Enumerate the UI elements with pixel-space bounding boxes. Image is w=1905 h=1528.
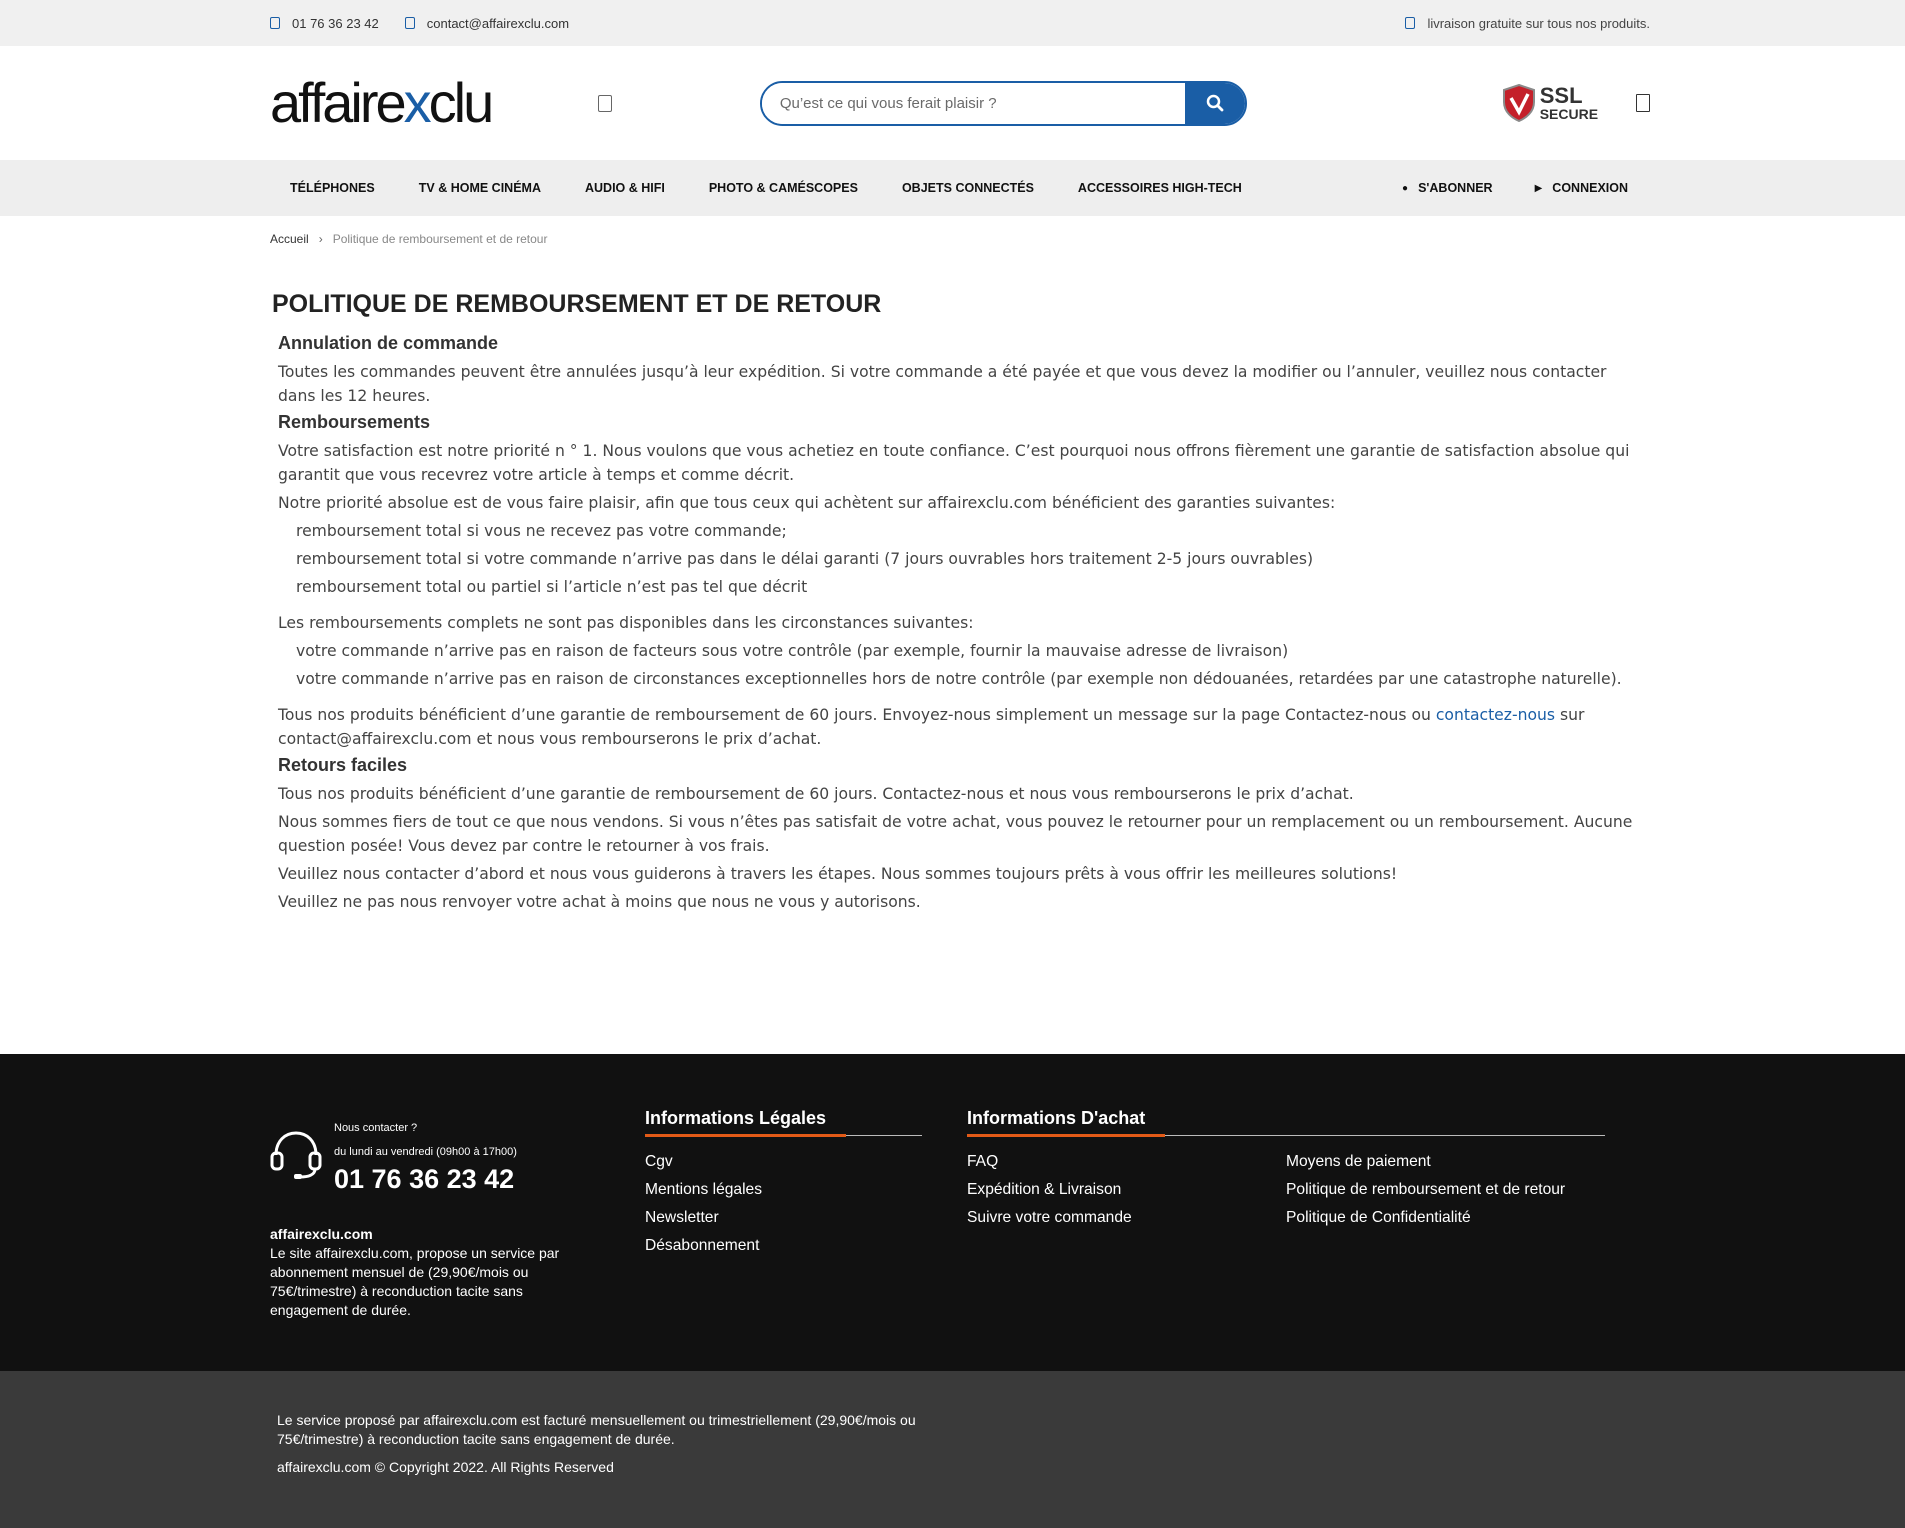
search-button[interactable] (1184, 82, 1245, 124)
about-text: Le site affairexclu.com, propose un serv… (270, 1245, 560, 1318)
header: affairexclu SSLSECURE (0, 46, 1905, 160)
section-title: Retours faciles (278, 755, 408, 775)
nav-objets-connectes[interactable]: Objets connectés (902, 181, 1034, 195)
purchase-column: Informations D'achat FAQ Expédition & Li… (967, 1108, 1605, 1232)
ssl-badge: SSL SECURE (1502, 84, 1598, 122)
paragraph: Nous sommes fiers de tout ce que nous ve… (278, 813, 1633, 855)
footer-link-newsletter[interactable]: Newsletter (645, 1204, 922, 1232)
paragraph: Notre priorité absolue est de vous faire… (278, 494, 1336, 512)
list-item: remboursement total ou partiel si l’arti… (296, 578, 808, 596)
headset-icon (270, 1131, 322, 1179)
footer-link-tracking[interactable]: Suivre votre commande (967, 1204, 1286, 1232)
page-content: Annulation de commande Toutes les comman… (278, 333, 1648, 914)
paragraph: Tous nos produits bénéficient d’une gara… (278, 785, 1354, 803)
page-title: POLITIQUE DE REMBOURSEMENT ET DE RETOUR (272, 290, 882, 318)
paragraph: Votre satisfaction est notre priorité n … (278, 442, 1630, 484)
top-bar: 01 76 36 23 42 contact@affairexclu.com l… (0, 0, 1905, 46)
top-phone[interactable]: 01 76 36 23 42 (270, 16, 379, 31)
footer-link-mentions[interactable]: Mentions légales (645, 1176, 922, 1204)
paragraph: Les remboursements complets ne sont pas … (278, 614, 974, 632)
billing-notice: Le service proposé par affairexclu.com e… (277, 1412, 916, 1447)
contact-label: Nous contacter ? (334, 1122, 418, 1134)
subscribe-link[interactable]: ● S'ABONNER (1402, 181, 1493, 195)
paragraph: Toutes les commandes peuvent être annulé… (278, 363, 1607, 405)
list-item: votre commande n’arrive pas en raison de… (296, 642, 1289, 660)
about-title: affairexclu.com (270, 1226, 373, 1242)
menu-icon[interactable] (597, 94, 612, 112)
copyright: affairexclu.com © Copyright 2022. All Ri… (277, 1459, 614, 1475)
login-link[interactable]: ▶ CONNEXION (1535, 181, 1628, 195)
legal-column: Informations Légales Cgv Mentions légale… (645, 1108, 922, 1260)
paragraph: Veuillez nous contacter d’abord et nous … (278, 865, 1398, 883)
breadcrumb-current: Politique de remboursement et de retour (332, 232, 548, 246)
list-item: remboursement total si vous ne recevez p… (296, 522, 787, 540)
contact-link[interactable]: contactez-nous (1436, 706, 1555, 724)
user-icon: ● (1402, 182, 1409, 194)
search-input[interactable] (761, 82, 1185, 124)
section-title: Annulation de commande (278, 333, 499, 353)
breadcrumb: Accueil › Politique de remboursement et de… (270, 232, 548, 246)
footer-link-unsubscribe[interactable]: Désabonnement (645, 1232, 922, 1260)
truck-icon (1405, 17, 1416, 29)
search-bar (759, 80, 1247, 126)
nav-telephones[interactable]: Téléphones (290, 181, 375, 195)
footer-link-faq[interactable]: FAQ (967, 1148, 1286, 1176)
play-icon: ▶ (1534, 182, 1543, 194)
top-shipping: livraison gratuite sur tous nos produits… (1405, 16, 1650, 31)
footer: Nous contacter ? du lundi au vendredi (0… (0, 1054, 1905, 1371)
paragraph: Tous nos produits bénéficient d’une gara… (278, 706, 1585, 748)
list-item: votre commande n’arrive pas en raison de… (296, 670, 1622, 688)
legal-title: Informations Légales (645, 1108, 827, 1128)
list-item: remboursement total si votre commande n’… (296, 550, 1314, 568)
shield-icon (1502, 84, 1535, 122)
main-nav: Téléphones TV & Home Cinéma Audio & HiFi… (0, 160, 1905, 216)
top-email[interactable]: contact@affairexclu.com (404, 16, 569, 31)
paragraph: Veuillez ne pas nous renvoyer votre acha… (278, 893, 921, 911)
nav-photo-camescopes[interactable]: Photo & Caméscopes (709, 181, 858, 195)
contact-hours: du lundi au vendredi (09h00 à 17h00) (334, 1146, 517, 1158)
footer-link-refund[interactable]: Politique de remboursement et de retour (1286, 1176, 1565, 1204)
nav-audio-hifi[interactable]: Audio & HiFi (585, 181, 665, 195)
phone-icon (270, 17, 280, 29)
bottom-bar: Le service proposé par affairexclu.com e… (0, 1371, 1905, 1528)
nav-accessoires[interactable]: Accessoires High-Tech (1078, 181, 1242, 195)
footer-link-shipping[interactable]: Expédition & Livraison (967, 1176, 1286, 1204)
site-logo[interactable]: affairexclu (270, 75, 598, 131)
section-title: Remboursements (278, 412, 431, 432)
breadcrumb-home[interactable]: Accueil (270, 232, 309, 246)
cart-icon[interactable] (1636, 94, 1650, 112)
search-icon (1206, 94, 1224, 112)
nav-tv-home-cinema[interactable]: TV & Home Cinéma (419, 181, 541, 195)
footer-phone[interactable]: 01 76 36 23 42 (334, 1164, 514, 1195)
footer-link-payment[interactable]: Moyens de paiement (1286, 1148, 1565, 1176)
purchase-title: Informations D'achat (967, 1108, 1146, 1128)
footer-link-privacy[interactable]: Politique de Confidentialité (1286, 1204, 1565, 1232)
mail-icon (404, 17, 415, 29)
footer-link-cgv[interactable]: Cgv (645, 1148, 922, 1176)
